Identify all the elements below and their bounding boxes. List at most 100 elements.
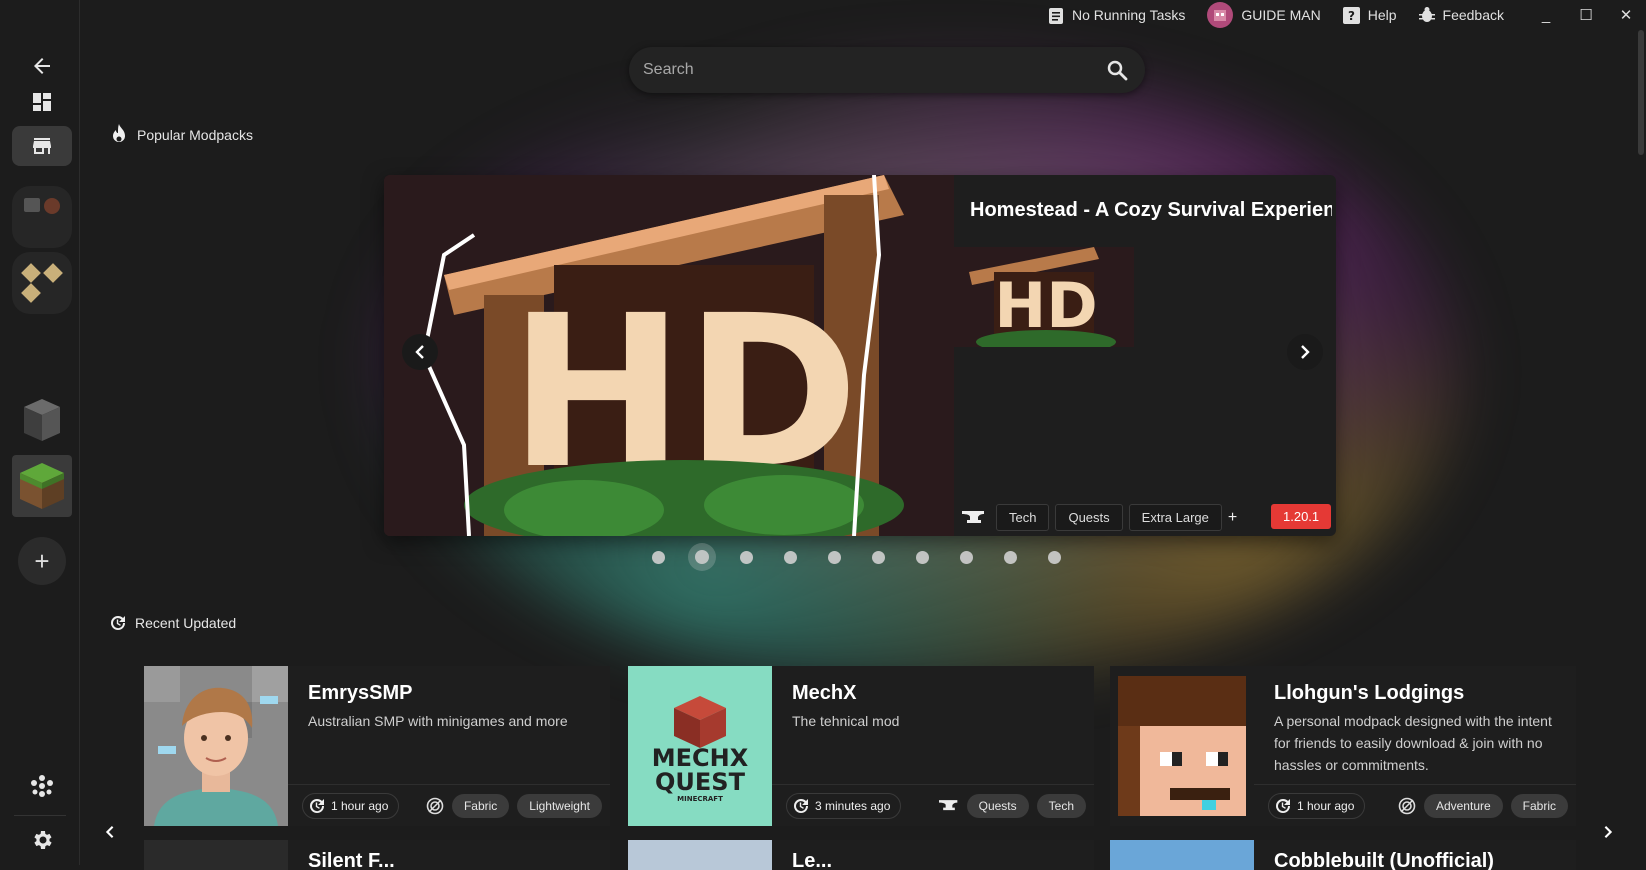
modpack-meta: 1 hour ago Adventure Fabric [1254,784,1576,826]
carousel-dot[interactable] [916,550,929,564]
close-button[interactable]: ✕ [1606,6,1646,24]
refresh-clock-icon [793,798,809,814]
tag-pill[interactable]: Fabric [1510,794,1568,818]
modpack-thumbnail [1110,840,1254,870]
modpack-card[interactable]: EmrysSMP Australian SMP with minigames a… [144,666,610,826]
feedback-button[interactable]: Feedback [1418,6,1504,24]
fabric-icon [426,797,444,815]
modpack-card-partial[interactable]: Silent F... [144,840,610,870]
carousel-dot[interactable] [740,550,753,564]
modpack-thumbnail [144,666,288,826]
store-button[interactable] [12,126,72,166]
mechx-logo-sub: MINECRAFT [677,795,723,803]
tasks-indicator[interactable]: No Running Tasks [1048,6,1185,24]
add-instance-button[interactable]: + [18,537,66,585]
modpack-description: Australian SMP with minigames and more [308,713,568,729]
instance-group-1[interactable] [12,186,72,248]
carousel-dot[interactable] [652,550,665,564]
search-bar [629,47,1145,93]
back-button[interactable] [12,46,72,86]
recent-prev-button[interactable] [100,822,120,842]
carousel-dot[interactable] [1004,550,1017,564]
bug-icon [1418,6,1435,24]
mini-instance-icon [21,263,41,283]
featured-modpack-card[interactable]: HD Homestead - A Cozy Survival Experienc… [384,175,1336,536]
mechx-logo-line2: QUEST [655,768,746,796]
instance-grass-block[interactable] [12,455,72,517]
recent-next-button[interactable] [1598,822,1618,842]
user-account[interactable]: GUIDE MAN [1207,2,1321,28]
carousel-prev-button[interactable] [402,334,438,370]
instance-anvil[interactable] [12,393,72,455]
updated-time-label: 3 minutes ago [815,799,891,813]
minimize-button[interactable]: _ [1526,7,1566,24]
modpack-name: Llohgun's Lodgings [1274,682,1465,704]
tag-pill[interactable]: Fabric [451,794,510,818]
arrow-left-icon [34,58,50,74]
llohgun-art [1110,666,1254,826]
featured-modpack-tags: Tech Quests Extra Large + [962,504,1237,531]
modpack-thumbnail [1110,666,1254,826]
refresh-clock-icon [110,615,126,631]
mini-instance-icon [43,263,63,283]
hero-tag[interactable]: Tech [996,504,1050,531]
mods-button[interactable] [12,766,72,806]
tag-pill[interactable]: Quests [966,794,1029,818]
search-icon[interactable] [1105,58,1129,82]
tag-pill[interactable]: Tech [1036,794,1086,818]
carousel-next-button[interactable] [1287,334,1323,370]
carousel-dot-active[interactable] [695,550,709,564]
version-badge: 1.20.1 [1271,504,1332,529]
chevron-right-icon [1604,826,1613,838]
refresh-clock-icon [1275,798,1291,814]
modpack-card-partial[interactable]: Cobblebuilt (Unofficial) [1110,840,1576,870]
mods-icon [31,775,53,797]
avatar [1207,2,1234,28]
mechx-art: MECHX QUEST MINECRAFT [628,666,772,826]
carousel-dot[interactable] [872,550,885,564]
search-input[interactable] [629,60,1105,80]
carousel-dot[interactable] [828,550,841,564]
fabric-icon [1398,797,1416,815]
modpack-thumbnail: MECHX QUEST MINECRAFT [628,666,772,826]
emryssmp-art [144,666,288,826]
updated-time: 1 hour ago [302,793,400,819]
updated-time: 3 minutes ago [786,793,902,819]
carousel-dot[interactable] [960,550,973,564]
settings-button[interactable] [12,820,72,860]
modpack-meta: 1 hour ago Fabric Lightweight [288,784,610,826]
store-icon [33,138,51,154]
help-icon: ? [1342,6,1360,24]
modpack-name: Cobblebuilt (Unofficial) [1274,850,1494,870]
vertical-scrollbar[interactable] [1638,30,1644,155]
chevron-left-icon [105,826,114,838]
title-bar: No Running Tasks GUIDE MAN ? Help Feedba… [1048,0,1646,30]
modpack-description: A personal modpack designed with the int… [1274,713,1552,773]
modpack-card[interactable]: Llohgun's Lodgings A personal modpack de… [1110,666,1576,826]
carousel-pagination [652,550,1092,564]
carousel-dot[interactable] [1048,550,1061,564]
modpack-card-partial[interactable]: Le... [628,840,1094,870]
dashboard-button[interactable] [12,82,72,122]
tag-pill[interactable]: Adventure [1423,794,1503,818]
gear-icon [34,831,52,849]
more-tags-indicator[interactable]: + [1228,509,1237,527]
mini-instance-icon [21,283,41,303]
carousel-dot[interactable] [784,550,797,564]
hero-tag[interactable]: Extra Large [1128,504,1222,531]
help-button[interactable]: ? Help [1342,6,1397,24]
maximize-button[interactable]: ☐ [1566,6,1606,24]
featured-modpack-thumbnail[interactable]: HD [954,247,1134,347]
modpack-name: Le... [792,850,833,870]
dashboard-icon [33,93,51,111]
modpack-thumbnail [144,840,288,870]
popular-section-title: Popular Modpacks [110,124,253,146]
anvil-icon [938,800,959,812]
sidebar: + [0,0,80,865]
tag-pill[interactable]: Lightweight [517,794,602,818]
instance-group-2[interactable] [12,252,72,314]
hero-tag[interactable]: Quests [1055,504,1123,531]
homestead-thumbnail-art: HD [954,247,1134,347]
feedback-label: Feedback [1442,7,1504,23]
modpack-card[interactable]: MECHX QUEST MINECRAFT MechX The tehnical… [628,666,1094,826]
